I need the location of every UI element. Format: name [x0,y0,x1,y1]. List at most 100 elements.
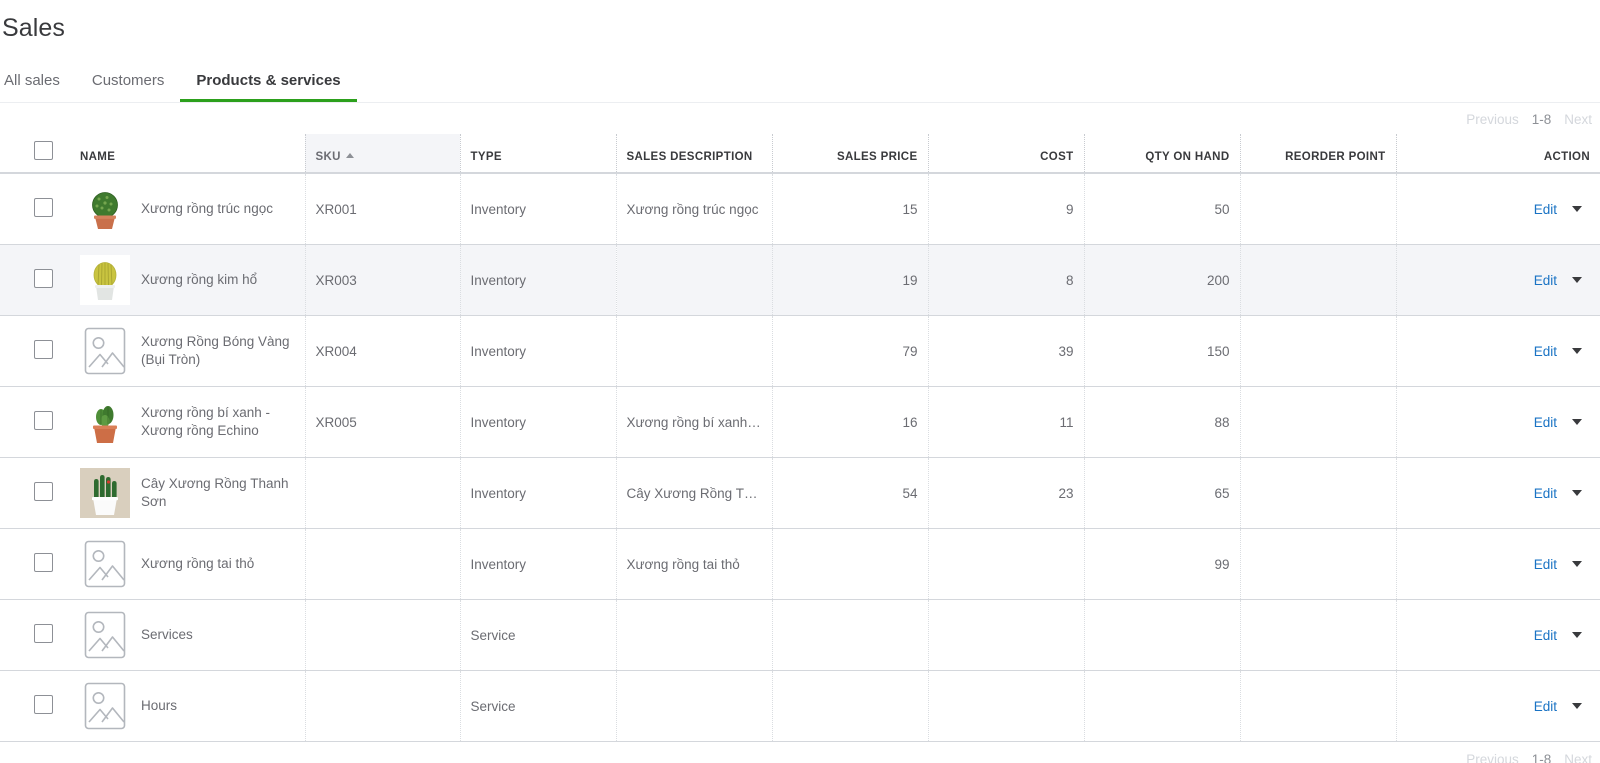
product-sku [305,599,461,671]
product-sales-price: 16 [772,386,929,458]
product-reorder-point [1240,528,1397,600]
product-sku: XR003 [305,244,461,316]
page-range-label: 1-8 [1531,112,1552,127]
product-thumbnail [80,184,130,234]
chevron-down-icon[interactable] [1572,632,1582,638]
table-row[interactable]: Xương Rồng Bóng Vàng (Bụi Tròn) XR004 Inve… [0,315,1600,387]
product-sku: XR005 [305,386,461,458]
column-header-qty-on-hand[interactable]: QTY ON HAND [1084,134,1241,174]
product-cost: 11 [928,386,1085,458]
row-checkbox[interactable] [34,340,53,359]
edit-button[interactable]: Edit [1534,628,1557,643]
product-sku: XR004 [305,315,461,387]
chevron-down-icon[interactable] [1572,277,1582,283]
row-checkbox[interactable] [34,198,53,217]
product-photo [80,255,130,305]
page-title: Sales [2,14,66,42]
product-qty-on-hand: 99 [1084,528,1241,600]
tab-all-sales[interactable]: All sales [2,73,76,102]
table-row[interactable]: Hours Service Edit [0,670,1600,742]
product-thumbnail [80,397,130,447]
product-sales-price [772,670,929,742]
table-row[interactable]: Services Service Edit [0,599,1600,671]
next-page-button[interactable]: Next [1564,112,1592,127]
table-row[interactable]: Xương rồng kim hổ XR003 Inventory 19 8 200 Edi… [0,244,1600,316]
row-select-cell [0,528,70,600]
tab-customers[interactable]: Customers [76,73,181,102]
product-name: Xương rồng kim hổ [141,272,258,288]
row-select-cell [0,599,70,671]
edit-button[interactable]: Edit [1534,557,1557,572]
table-row[interactable]: Xương rồng tai thỏ Inventory Xương rồng ta… [0,528,1600,600]
row-select-cell [0,457,70,529]
product-thumbnail [80,681,130,731]
tab-bar: All sales Customers Products & services [0,65,1600,103]
column-header-sales-description[interactable]: SALES DESCRIPTION [616,134,773,174]
chevron-down-icon[interactable] [1572,561,1582,567]
product-sales-price [772,528,929,600]
row-checkbox[interactable] [34,269,53,288]
product-sales-price: 19 [772,244,929,316]
edit-button[interactable]: Edit [1534,699,1557,714]
select-all-checkbox[interactable] [34,141,53,160]
column-header-cost[interactable]: COST [928,134,1085,174]
product-type: Inventory [460,315,617,387]
edit-button[interactable]: Edit [1534,486,1557,501]
row-select-cell [0,670,70,742]
product-name: Xương rồng trúc ngọc [141,201,273,217]
product-type: Service [460,599,617,671]
product-thumbnail [80,326,130,376]
product-sku [305,528,461,600]
edit-button[interactable]: Edit [1534,415,1557,430]
chevron-down-icon[interactable] [1572,419,1582,425]
chevron-down-icon[interactable] [1572,490,1582,496]
product-reorder-point [1240,315,1397,387]
product-type: Inventory [460,457,617,529]
select-all-header [0,134,70,174]
column-header-type[interactable]: TYPE [460,134,617,174]
product-sku: XR001 [305,173,461,245]
edit-button[interactable]: Edit [1534,273,1557,288]
column-header-sku[interactable]: SKU [305,134,461,174]
sort-ascending-icon [345,153,354,158]
product-qty-on-hand [1084,599,1241,671]
row-checkbox[interactable] [34,624,53,643]
product-sales-description [616,315,773,387]
chevron-down-icon[interactable] [1572,348,1582,354]
product-qty-on-hand: 200 [1084,244,1241,316]
previous-page-button-bottom[interactable]: Previous [1466,752,1519,763]
product-action-cell: Edit [1396,386,1600,458]
product-action-cell: Edit [1396,457,1600,529]
tab-products-and-services[interactable]: Products & services [180,73,357,102]
next-page-button-bottom[interactable]: Next [1564,752,1592,763]
row-checkbox[interactable] [34,695,53,714]
row-select-cell [0,315,70,387]
row-checkbox[interactable] [34,411,53,430]
row-checkbox[interactable] [34,482,53,501]
product-photo [80,468,130,518]
image-placeholder-icon [84,327,126,375]
previous-page-button[interactable]: Previous [1466,112,1519,127]
page-range-label-bottom: 1-8 [1531,752,1552,763]
row-checkbox[interactable] [34,553,53,572]
edit-button[interactable]: Edit [1534,344,1557,359]
edit-button[interactable]: Edit [1534,202,1557,217]
column-header-sales-price[interactable]: SALES PRICE [772,134,929,174]
product-qty-on-hand: 88 [1084,386,1241,458]
chevron-down-icon[interactable] [1572,206,1582,212]
chevron-down-icon[interactable] [1572,703,1582,709]
row-select-cell [0,244,70,316]
product-type: Inventory [460,173,617,245]
product-type: Inventory [460,244,617,316]
table-row[interactable]: Xương rồng trúc ngọc XR001 Inventory Xương … [0,173,1600,245]
table-row[interactable]: Cây Xương Rồng Thanh Sơn Inventory Cây Xươ… [0,457,1600,529]
product-thumbnail [80,610,130,660]
product-reorder-point [1240,670,1397,742]
table-row[interactable]: Xương rồng bí xanh - Xương rồng Echino XR… [0,386,1600,458]
column-header-name[interactable]: NAME [70,134,306,174]
column-header-reorder-point[interactable]: REORDER POINT [1240,134,1397,174]
pagination-top: Previous 1-8 Next [0,103,1600,134]
product-sales-description [616,670,773,742]
product-sales-description: Xương rồng bí xanh - … [616,386,773,458]
product-sales-price: 54 [772,457,929,529]
